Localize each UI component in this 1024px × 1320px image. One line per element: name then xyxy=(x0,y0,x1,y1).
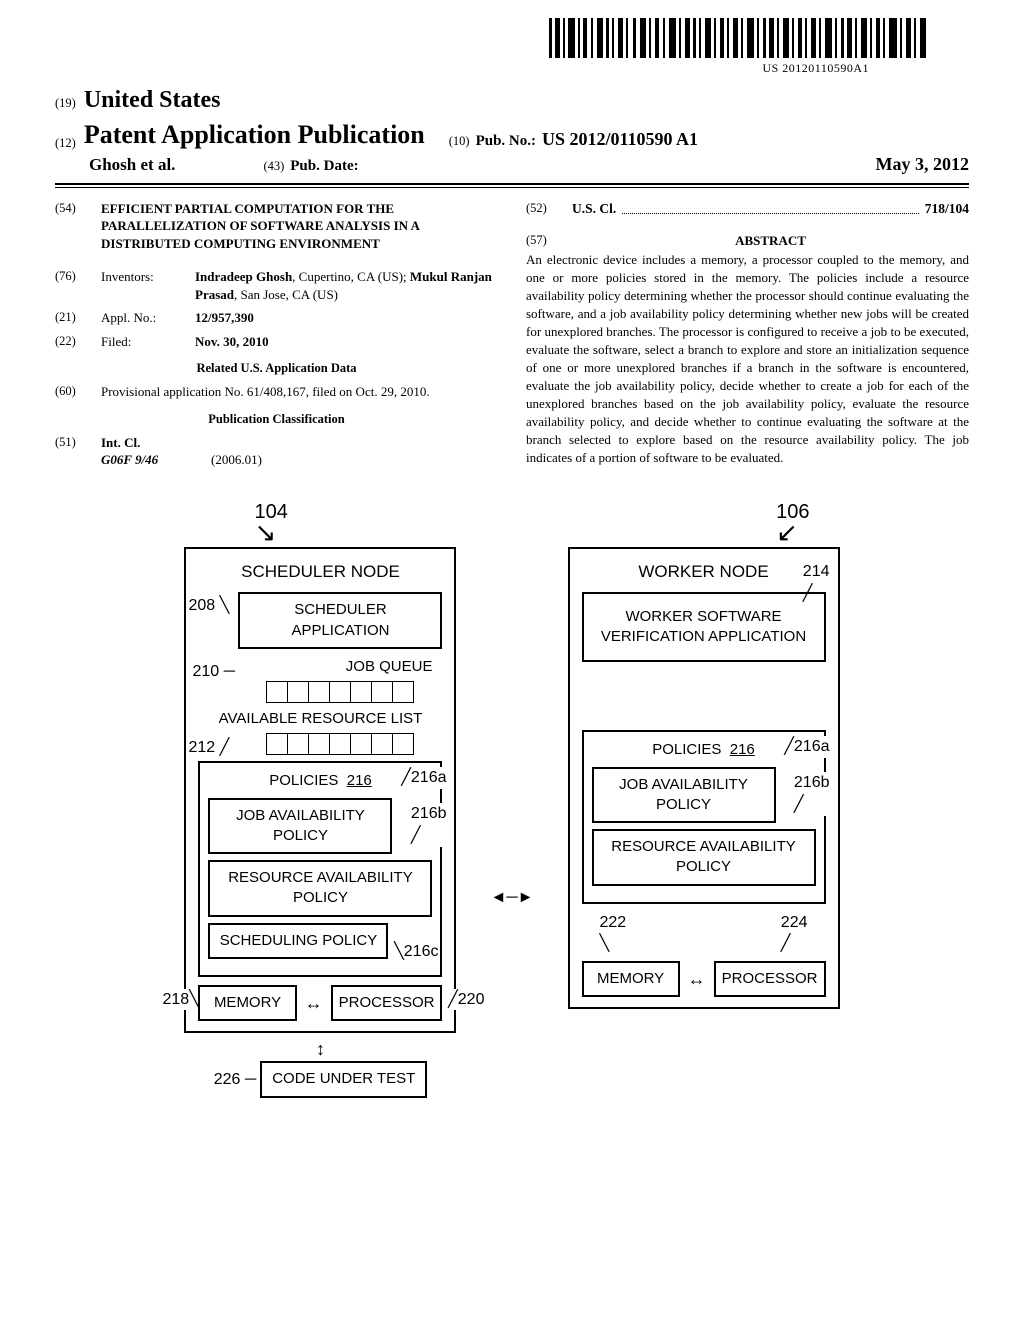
publication-date: May 3, 2012 xyxy=(876,152,970,176)
code-57: (57) xyxy=(526,232,562,250)
processor-box: PROCESSOR xyxy=(714,961,826,997)
processor-box: PROCESSOR xyxy=(331,985,443,1021)
scheduler-node-title: SCHEDULER NODE xyxy=(198,561,442,584)
ref-216a-w: ╱216a xyxy=(784,736,829,758)
filed-date: Nov. 30, 2010 xyxy=(195,333,269,351)
ref-210: 210 ─ xyxy=(192,661,234,683)
code-54: (54) xyxy=(55,200,91,263)
publication-number: US 2012/0110590 A1 xyxy=(542,127,698,151)
author-line: Ghosh et al. xyxy=(89,154,175,177)
job-availability-policy-box: JOB AVAILABILITY POLICY xyxy=(592,767,776,824)
code-51: (51) xyxy=(55,434,91,452)
appl-label: Appl. No.: xyxy=(101,309,185,327)
mem-proc-row-scheduler: 218╲ MEMORY ↔ PROCESSOR ╱220 xyxy=(198,985,442,1021)
intcl-year: (2006.01) xyxy=(211,451,262,469)
vertical-connector: ↕ xyxy=(316,1037,325,1061)
mem-proc-row-worker: MEMORY ↔ PROCESSOR xyxy=(582,961,826,997)
code-76: (76) xyxy=(55,268,91,303)
page: US 20120110590A1 (19) United States (12)… xyxy=(0,0,1024,1138)
barcode-area: US 20120110590A1 xyxy=(55,18,929,76)
dotted-leader xyxy=(622,200,918,214)
invention-title: EFFICIENT PARTIAL COMPUTATION FOR THE PA… xyxy=(101,200,498,253)
figure: 104 ↘ SCHEDULER NODE 208 ╲ SCHEDULER APP… xyxy=(184,499,839,1098)
ref-218: 218╲ xyxy=(162,989,198,1011)
worker-column: 106 ↙ WORKER NODE 214╱ WORKER SOFTWARE V… xyxy=(568,499,840,1009)
scheduler-node-box: SCHEDULER NODE 208 ╲ SCHEDULER APPLICATI… xyxy=(184,547,456,1033)
worker-app-box: WORKER SOFTWARE VERIFICATION APPLICATION xyxy=(582,592,826,662)
node-link-arrow: ◄─► xyxy=(490,887,533,909)
ref-222: 222╲ xyxy=(600,912,627,955)
country: United States xyxy=(84,84,221,116)
abstract-text: An electronic device includes a memory, … xyxy=(526,251,969,466)
job-queue-cells xyxy=(238,681,442,703)
right-column: (52) U.S. Cl. 718/104 (57) ABSTRACT An e… xyxy=(526,200,969,475)
policies-box-worker: POLICIES 216 ╱216a JOB AVAILABILITY POLI… xyxy=(582,730,826,903)
inventors-value: Indradeep Ghosh, Cupertino, CA (US); Muk… xyxy=(195,268,498,303)
publication-kind: Patent Application Publication xyxy=(84,117,425,152)
ref-104: 104 ↘ xyxy=(254,499,287,548)
ref-226: 226 ─ xyxy=(214,1069,256,1091)
ref-216b-w: 216b╱ xyxy=(794,772,830,815)
code-22: (22) xyxy=(55,333,91,351)
code-10: (10) xyxy=(449,133,470,150)
ref-224: 224╱ xyxy=(781,912,808,955)
filed-label: Filed: xyxy=(101,333,185,351)
divider xyxy=(55,187,969,188)
policies-box-scheduler: POLICIES 216 ╱216a JOB AVAILABILITY POLI… xyxy=(198,761,442,977)
code-19: (19) xyxy=(55,95,76,112)
figure-area: 104 ↘ SCHEDULER NODE 208 ╲ SCHEDULER APP… xyxy=(55,499,969,1098)
scheduler-column: 104 ↘ SCHEDULER NODE 208 ╲ SCHEDULER APP… xyxy=(184,499,456,1098)
code-21: (21) xyxy=(55,309,91,327)
code-under-test-box: CODE UNDER TEST xyxy=(260,1061,427,1097)
double-arrow-icon: ↔ xyxy=(686,967,708,991)
policies-label: POLICIES 216 xyxy=(208,771,432,791)
intcl-label: Int. Cl. xyxy=(101,434,140,452)
divider xyxy=(55,183,969,185)
ref-220: ╱220 xyxy=(448,989,484,1011)
ref-216a: ╱216a xyxy=(401,767,446,789)
avail-list-cells xyxy=(238,733,442,755)
ref-212: 212 ╱ xyxy=(188,737,229,759)
code-60: (60) xyxy=(55,383,91,401)
memory-box: MEMORY xyxy=(198,985,296,1021)
scheduler-app-box: SCHEDULER APPLICATION xyxy=(238,592,442,649)
ref-106: 106 ↙ xyxy=(776,499,809,548)
intcl-class: G06F 9/46 xyxy=(101,451,201,469)
ref-208: 208 ╲ xyxy=(188,595,229,617)
ref-216b: 216b╱ xyxy=(411,803,447,846)
related-heading: Related U.S. Application Data xyxy=(55,360,498,377)
uscl-value: 718/104 xyxy=(925,200,969,218)
worker-node-title: WORKER NODE xyxy=(582,561,826,584)
left-column: (54) EFFICIENT PARTIAL COMPUTATION FOR T… xyxy=(55,200,498,475)
code-43: (43) xyxy=(263,158,284,175)
resource-availability-policy-box: RESOURCE AVAILABILITY POLICY xyxy=(592,829,816,886)
code-52: (52) xyxy=(526,200,562,218)
resource-availability-policy-box: RESOURCE AVAILABILITY POLICY xyxy=(208,860,432,917)
header: (19) United States (12) Patent Applicati… xyxy=(55,84,969,176)
uscl-label: U.S. Cl. xyxy=(572,200,616,218)
avail-list-label: AVAILABLE RESOURCE LIST xyxy=(198,709,442,729)
inventors-label: Inventors: xyxy=(101,268,185,303)
pubno-label: Pub. No.: xyxy=(476,131,536,151)
double-arrow-icon: ↔ xyxy=(303,991,325,1015)
classification-heading: Publication Classification xyxy=(55,411,498,428)
worker-node-box: WORKER NODE 214╱ WORKER SOFTWARE VERIFIC… xyxy=(568,547,840,1009)
ref-216c: ╲216c xyxy=(394,941,438,963)
abstract-heading: ABSTRACT xyxy=(572,232,969,250)
application-number: 12/957,390 xyxy=(195,309,254,327)
barcode-graphic xyxy=(549,18,929,58)
pubdate-label: Pub. Date: xyxy=(290,156,358,176)
scheduling-policy-box: SCHEDULING POLICY xyxy=(208,923,388,959)
memory-box: MEMORY xyxy=(582,961,680,997)
policies-label: POLICIES 216 xyxy=(592,740,816,760)
provisional-text: Provisional application No. 61/408,167, … xyxy=(101,383,430,401)
code-12: (12) xyxy=(55,135,76,152)
barcode-number: US 20120110590A1 xyxy=(762,60,869,76)
job-availability-policy-box: JOB AVAILABILITY POLICY xyxy=(208,798,392,855)
biblio-columns: (54) EFFICIENT PARTIAL COMPUTATION FOR T… xyxy=(55,200,969,475)
